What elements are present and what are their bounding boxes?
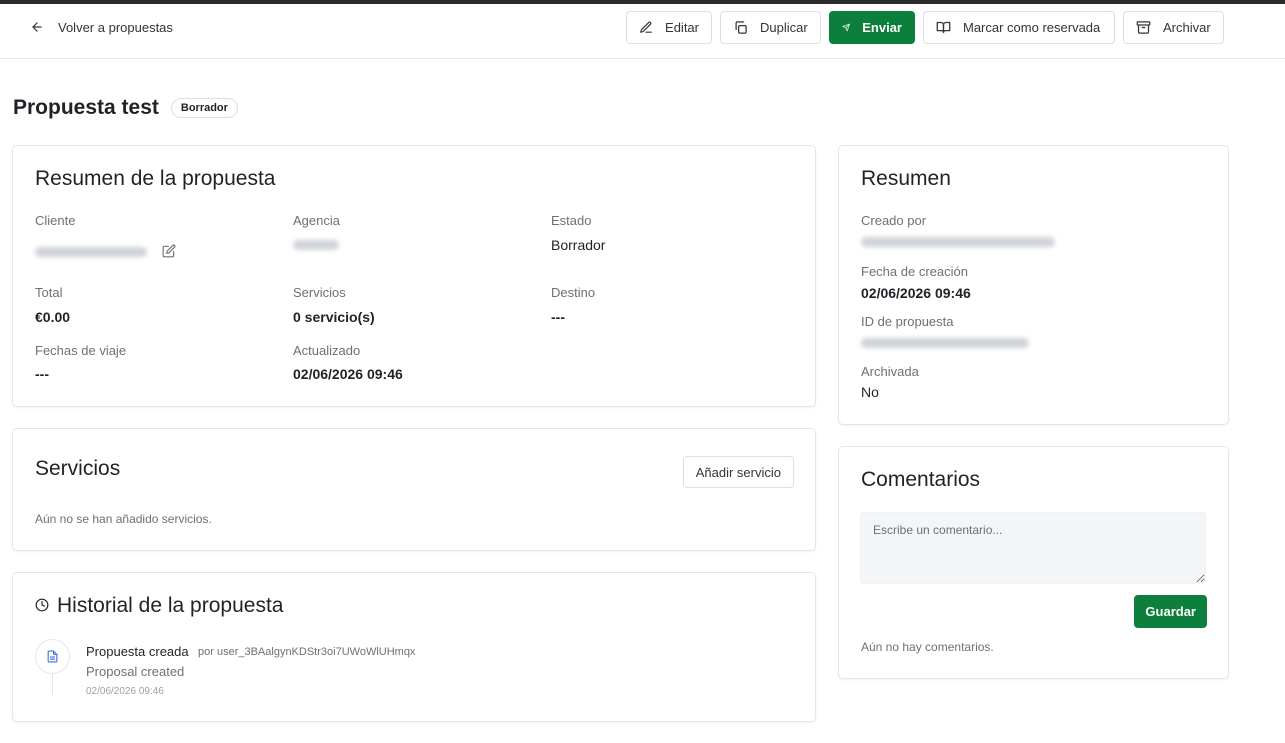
travel-dates-value: --- [35, 366, 49, 382]
total-label: Total [35, 285, 63, 300]
created-by-value-redacted [861, 237, 1055, 247]
services-label: Servicios [293, 285, 346, 300]
archive-icon [1136, 21, 1151, 34]
services-empty-text: Aún no se han añadido servicios. [35, 512, 212, 526]
services-card: Servicios Añadir servicio Aún no se han … [12, 428, 816, 551]
services-count-value: 0 servicio(s) [293, 309, 375, 325]
summary-title: Resumen [861, 167, 951, 190]
updated-value: 02/06/2026 09:46 [293, 366, 403, 382]
arrow-left-icon [32, 22, 42, 32]
proposal-id-value-redacted [861, 338, 1029, 348]
mark-reserved-button[interactable]: Marcar como reservada [923, 11, 1115, 44]
destination-value: --- [551, 309, 565, 325]
comments-title: Comentarios [861, 468, 981, 491]
duplicate-button[interactable]: Duplicar [720, 11, 821, 44]
history-entry-description: Proposal created [86, 664, 185, 679]
timeline-entry-icon [35, 639, 70, 674]
comment-input[interactable] [860, 512, 1206, 584]
send-icon [842, 23, 850, 32]
archive-button[interactable]: Archivar [1123, 11, 1224, 44]
created-at-value: 02/06/2026 09:46 [861, 285, 971, 301]
timeline-line [52, 674, 53, 694]
comments-card: Comentarios Guardar Aún no hay comentari… [838, 446, 1229, 679]
back-label: Volver a propuestas [58, 19, 173, 35]
destination-label: Destino [551, 285, 596, 300]
summary-card: Resumen Creado por Fecha de creación 02/… [838, 145, 1229, 425]
edit-client-icon[interactable] [162, 244, 176, 258]
back-to-proposals-link[interactable]: Volver a propuestas [30, 16, 173, 38]
history-entry-timestamp: 02/06/2026 09:46 [86, 686, 164, 697]
page-title: Propuesta test Borrador [13, 96, 238, 120]
document-icon [47, 650, 58, 663]
proposal-title: Propuesta test [13, 96, 159, 119]
updated-label: Actualizado [293, 343, 361, 358]
history-entry-author: por user_3BAalgynKDStr3oi7UWoWlUHmqx [198, 646, 416, 658]
status-badge: Borrador [170, 98, 238, 118]
status-value: Borrador [551, 237, 606, 253]
proposal-summary-card: Resumen de la propuesta Cliente Agencia … [12, 145, 816, 407]
clock-icon [35, 598, 49, 612]
created-at-label: Fecha de creación [861, 264, 968, 279]
client-value-redacted [35, 247, 147, 257]
travel-dates-label: Fechas de viaje [35, 343, 127, 358]
edit-button[interactable]: Editar [626, 11, 712, 44]
history-entry-title: Propuesta creada [86, 644, 189, 659]
archived-value: No [861, 384, 879, 400]
agency-value-redacted [293, 240, 339, 250]
add-service-button[interactable]: Añadir servicio [682, 456, 794, 488]
total-value: €0.00 [35, 309, 71, 325]
proposal-summary-title: Resumen de la propuesta [35, 167, 276, 190]
status-label: Estado [551, 213, 592, 228]
book-open-icon [936, 21, 951, 34]
proposal-id-label: ID de propuesta [861, 314, 954, 329]
edit-icon [640, 21, 652, 33]
save-comment-button[interactable]: Guardar [1134, 595, 1207, 628]
services-title: Servicios [35, 457, 121, 480]
archived-label: Archivada [861, 364, 919, 379]
created-by-label: Creado por [861, 213, 927, 228]
history-card: Historial de la propuesta Propuesta crea… [12, 572, 816, 722]
copy-icon [735, 21, 747, 34]
agency-label: Agencia [293, 213, 340, 228]
history-title: Historial de la propuesta [57, 594, 284, 617]
action-toolbar: Editar Duplicar Enviar Marcar como reser… [626, 11, 1224, 44]
comments-empty-text: Aún no hay comentarios. [861, 640, 994, 654]
page-header: Volver a propuestas Editar Duplicar Envi… [0, 4, 1285, 59]
client-label: Cliente [35, 213, 76, 228]
send-button[interactable]: Enviar [829, 11, 915, 44]
